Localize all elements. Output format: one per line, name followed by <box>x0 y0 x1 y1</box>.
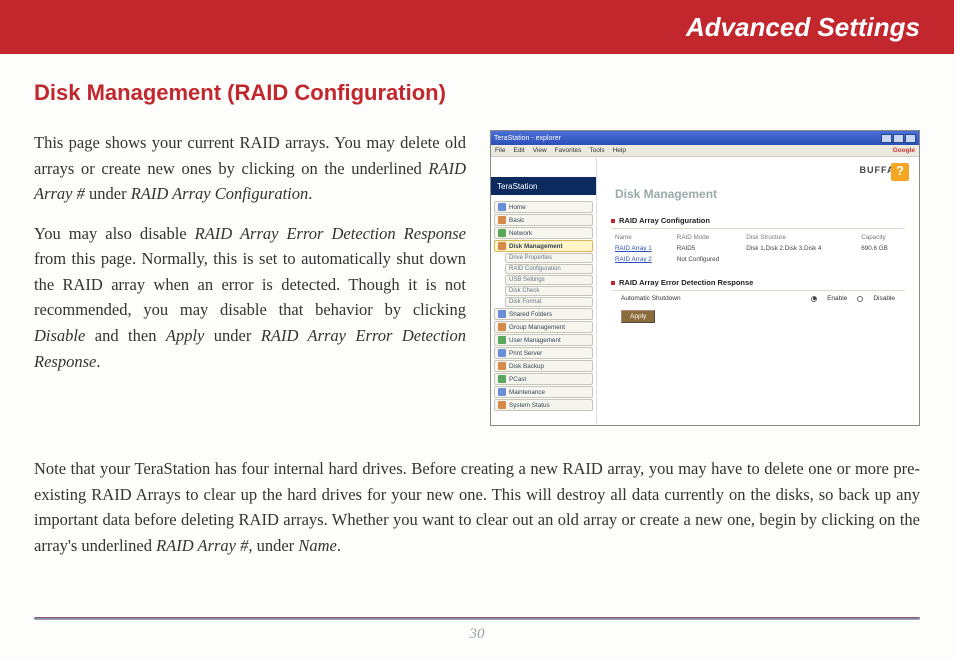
content-area: Disk Management (RAID Configuration) Thi… <box>0 54 954 558</box>
nav-disk-format[interactable]: Disk Format <box>505 297 593 307</box>
th-capacity: Capacity <box>857 232 905 243</box>
table-row: RAID Array 1 RAID5 Disk 1,Disk 2,Disk 3,… <box>611 243 905 254</box>
page-header-title: Advanced Settings <box>686 12 920 43</box>
search-brand[interactable]: Google <box>893 147 915 154</box>
nav-system-status[interactable]: System Status <box>494 399 593 411</box>
close-icon[interactable] <box>905 134 916 143</box>
browser-menubar: File Edit View Favorites Tools Help Goog… <box>491 145 919 157</box>
window-titlebar: TeraStation - explorer <box>491 131 919 145</box>
shutdown-label: Automatic Shutdown <box>621 295 681 302</box>
nav-usb-settings[interactable]: USB Settings <box>505 275 593 285</box>
page-footer: 30 <box>0 617 954 643</box>
nav-group-mgmt[interactable]: Group Management <box>494 321 593 333</box>
nav-shared-folders[interactable]: Shared Folders <box>494 308 593 320</box>
nav-raid-config[interactable]: RAID Configuration <box>505 264 593 274</box>
p3-b: RAID Array # <box>156 536 248 555</box>
th-mode: RAID Mode <box>673 232 743 243</box>
nav-drive-properties[interactable]: Drive Properties <box>505 253 593 263</box>
shutdown-row: Automatic Shutdown Enable Disable <box>611 291 905 306</box>
p2-e: and then <box>85 326 166 345</box>
error-detection-panel: RAID Array Error Detection Response Auto… <box>611 275 905 327</box>
error-detection-header: RAID Array Error Detection Response <box>611 275 905 291</box>
sidebar: TeraStation Home Basic Network Disk Mana… <box>491 157 597 425</box>
nav-pcast[interactable]: PCast <box>494 373 593 385</box>
menu-help[interactable]: Help <box>613 147 626 154</box>
bullet-icon <box>611 219 615 223</box>
disable-label: Disable <box>873 295 895 302</box>
main-panel: ? Disk Management RAID Array Configurati… <box>597 157 919 425</box>
p1-e: . <box>308 184 312 203</box>
product-logo: TeraStation <box>491 177 596 195</box>
footer-rule <box>34 617 920 620</box>
paragraph-2: You may also disable RAID Array Error De… <box>34 221 466 374</box>
menu-edit[interactable]: Edit <box>513 147 524 154</box>
section-title: Disk Management (RAID Configuration) <box>34 80 920 106</box>
nav-maintenance[interactable]: Maintenance <box>494 386 593 398</box>
enable-radio[interactable] <box>811 296 817 302</box>
nav-user-mgmt[interactable]: User Management <box>494 334 593 346</box>
body-text-left: This page shows your current RAID arrays… <box>34 130 466 388</box>
p2-a: You may also disable <box>34 224 195 243</box>
p1-c: under <box>85 184 131 203</box>
raid-array-1-link[interactable]: RAID Array 1 <box>615 245 652 252</box>
p3-d: Name <box>298 536 337 555</box>
th-name: Name <box>611 232 673 243</box>
window-title: TeraStation - explorer <box>494 135 561 142</box>
p2-b: RAID Array Error Detection Response <box>195 224 466 243</box>
header-band: Advanced Settings <box>0 0 954 54</box>
menu-view[interactable]: View <box>533 147 547 154</box>
nav-network[interactable]: Network <box>494 227 593 239</box>
page-number: 30 <box>0 626 954 643</box>
menu-tools[interactable]: Tools <box>589 147 604 154</box>
th-structure: Disk Structure <box>742 232 857 243</box>
nav-disk-management[interactable]: Disk Management <box>494 240 593 252</box>
page-area: BUFFALO TeraStation Home Basic Network D… <box>491 157 919 425</box>
paragraph-3: Note that your TeraStation has four inte… <box>34 456 920 558</box>
raid-config-header: RAID Array Configuration <box>611 213 905 229</box>
p1-a: This page shows your current RAID arrays… <box>34 133 466 178</box>
p2-i: . <box>96 352 100 371</box>
p2-c: from this page. Normally, this is set to… <box>34 249 466 319</box>
enable-label: Enable <box>827 295 847 302</box>
menu-favorites[interactable]: Favorites <box>555 147 582 154</box>
maximize-icon[interactable] <box>893 134 904 143</box>
embedded-screenshot: TeraStation - explorer File Edit View Fa… <box>490 130 920 426</box>
p2-g: under <box>204 326 260 345</box>
help-icon[interactable]: ? <box>891 163 909 181</box>
raid-array-2-link[interactable]: RAID Array 2 <box>615 256 652 263</box>
raid-config-panel: RAID Array Configuration Name RAID Mode … <box>611 213 905 265</box>
apply-button[interactable]: Apply <box>621 310 655 323</box>
p3-e: . <box>337 536 341 555</box>
nav-home[interactable]: Home <box>494 201 593 213</box>
p1-d: RAID Array Configuration <box>131 184 309 203</box>
paragraph-1: This page shows your current RAID arrays… <box>34 130 466 207</box>
raid-table: Name RAID Mode Disk Structure Capacity R… <box>611 232 905 265</box>
menu-file[interactable]: File <box>495 147 505 154</box>
p2-f: Apply <box>166 326 205 345</box>
nav-print-server[interactable]: Print Server <box>494 347 593 359</box>
disable-radio[interactable] <box>857 296 863 302</box>
product-name-1: Tera <box>497 182 513 191</box>
nav-disk-backup[interactable]: Disk Backup <box>494 360 593 372</box>
bullet-icon <box>611 281 615 285</box>
nav-basic[interactable]: Basic <box>494 214 593 226</box>
product-name-2: Station <box>513 182 538 191</box>
p2-d: Disable <box>34 326 85 345</box>
main-title: Disk Management <box>611 187 905 201</box>
p3-c: , under <box>248 536 298 555</box>
minimize-icon[interactable] <box>881 134 892 143</box>
top-row: This page shows your current RAID arrays… <box>34 130 920 426</box>
table-row: RAID Array 2 Not Configured <box>611 254 905 265</box>
nav-disk-check[interactable]: Disk Check <box>505 286 593 296</box>
